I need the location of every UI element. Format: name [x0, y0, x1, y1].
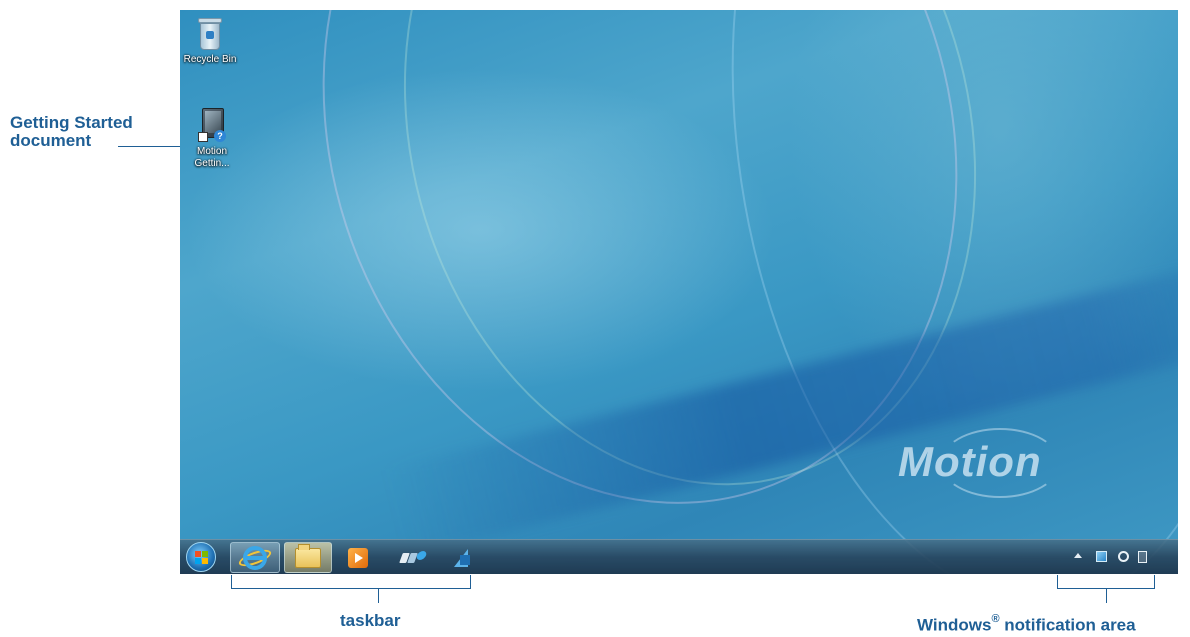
motion-dashboard-icon [399, 550, 428, 566]
folder-icon [295, 543, 321, 568]
power-icon[interactable] [1138, 551, 1147, 563]
taskbar-callout: taskbar [340, 611, 401, 630]
app-icon [452, 547, 472, 569]
taskbar-bracket [231, 575, 471, 589]
taskbar-media-player[interactable] [338, 542, 378, 573]
taskbar-app[interactable] [442, 542, 482, 573]
notification-callout-prefix: Windows [917, 615, 992, 635]
getting-started-label-line1: Motion [196, 146, 227, 157]
taskbar-internet-explorer[interactable] [230, 542, 280, 573]
taskbar [180, 539, 1178, 574]
getting-started-label-line2: Gettin... [194, 158, 230, 169]
recycle-bin-desktop-icon[interactable]: Recycle Bin [180, 16, 240, 66]
windows-start-orb-icon [195, 551, 209, 565]
getting-started-desktop-icon[interactable]: ? Motion Gettin... [182, 108, 242, 170]
registered-mark: ® [991, 613, 1000, 625]
getting-started-callout-line1: Getting Started [10, 113, 133, 132]
getting-started-document-icon: ? [196, 108, 228, 144]
recycle-bin-label: Recycle Bin [183, 54, 237, 65]
taskbar-bracket-tick [378, 589, 379, 603]
notification-callout-suffix: notification area [999, 615, 1136, 635]
notification-area [1060, 540, 1170, 574]
start-button[interactable] [186, 542, 216, 572]
notification-area-bracket [1057, 575, 1155, 589]
taskbar-motion-dashboard[interactable] [394, 542, 434, 573]
recycle-bin-icon [197, 16, 223, 52]
chevron-up-icon[interactable] [1074, 553, 1082, 558]
getting-started-callout-line2: document [10, 131, 92, 150]
notification-area-bracket-tick [1106, 589, 1107, 603]
flag-icon[interactable] [1096, 551, 1107, 562]
sync-icon[interactable] [1118, 551, 1129, 562]
media-player-icon [348, 547, 368, 568]
desktop-screen: Recycle Bin ? Motion Gettin... Motion [180, 10, 1178, 574]
taskbar-windows-explorer[interactable] [284, 542, 332, 573]
internet-explorer-icon [243, 545, 267, 570]
motion-wallpaper-logo: Motion [898, 438, 1042, 485]
notification-area-callout: Windows® notification area [917, 612, 1136, 635]
getting-started-callout: Getting Started document [10, 114, 133, 150]
